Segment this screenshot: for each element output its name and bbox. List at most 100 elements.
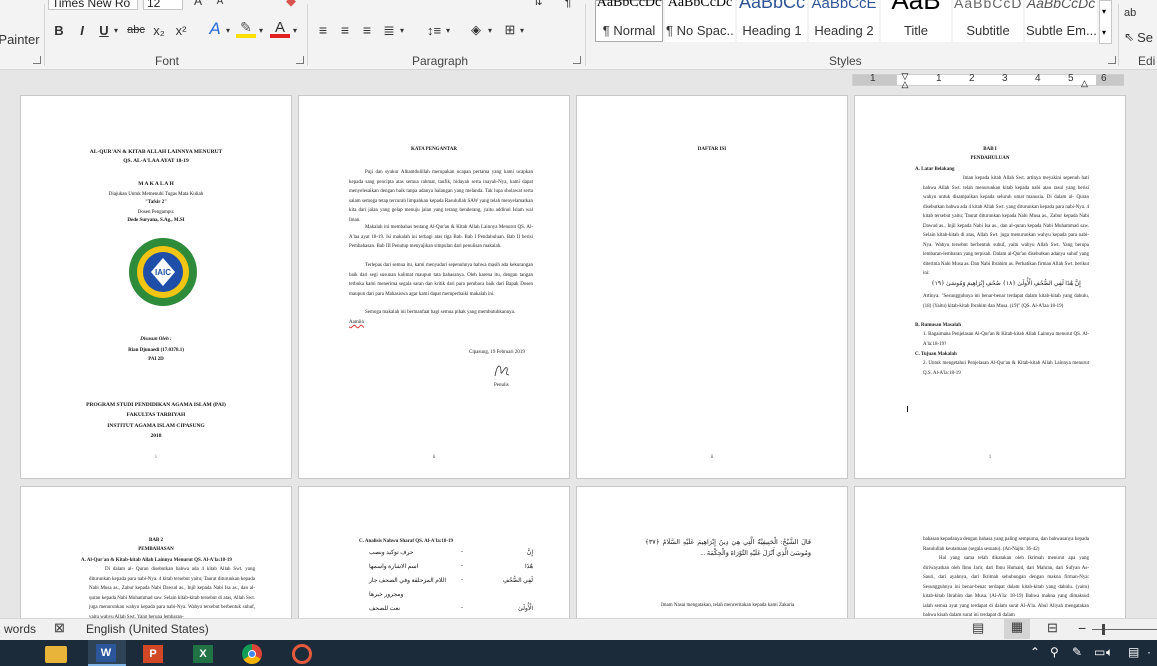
chrome-icon[interactable] — [242, 644, 262, 664]
bab1-heading2: PENDAHULUAN — [970, 156, 1010, 161]
style-heading-1[interactable]: AaBbCc Heading 1 — [737, 0, 807, 42]
overflow-icon[interactable]: · — [1147, 645, 1151, 659]
grow-font-button[interactable]: A — [190, 0, 206, 8]
font-size-combo[interactable]: 12 — [143, 0, 183, 10]
right-indent-marker-icon[interactable]: △ — [1081, 78, 1088, 89]
bab1-translation: Artinya: "Sesungguhnya ini benar-benar t… — [923, 294, 1089, 309]
bab1-arabic-verse: إِنَّ هَٰذَا لَفِي الصُّحُفِ الْأُولَىٰ … — [931, 281, 1081, 287]
preface-heading: KATA PENGANTAR — [411, 147, 457, 152]
web-layout-icon[interactable]: ⊟ — [1047, 620, 1058, 636]
font-color-icon[interactable]: A — [270, 19, 290, 38]
cover-advisor: Dede Suryana, S.Ag., M.SI — [127, 218, 185, 223]
underline-button[interactable]: U — [96, 22, 112, 38]
page-nahwu[interactable]: C. Analisis Nahwu Sharaf QS. Al-A'la:18-… — [298, 486, 570, 618]
powerpoint-icon[interactable]: P — [143, 645, 163, 663]
shading-dropdown-icon[interactable]: ▾ — [486, 22, 494, 38]
cover-author: Rian Djunaedi (17.0378.1) — [128, 348, 184, 353]
word-count[interactable]: words — [4, 622, 36, 636]
style-title[interactable]: AaB Title — [881, 0, 951, 42]
clipboard-launcher-icon[interactable] — [33, 56, 41, 64]
horizontal-ruler[interactable]: 1 1 2 3 4 5 6 ▽ △ △ — [852, 72, 1124, 89]
read-mode-icon[interactable]: ▤ — [972, 620, 984, 636]
bold-button[interactable]: B — [51, 22, 67, 38]
institution-logo: IAIC — [129, 238, 197, 306]
line-spacing-dropdown-icon[interactable]: ▾ — [444, 22, 452, 38]
replace-button[interactable]: ab — [1124, 4, 1157, 22]
show-marks-icon[interactable]: ¶ — [560, 0, 576, 9]
cover-title-line1: AL-QUR'AN & KITAB ALLAH LAINNYA MENURUT — [89, 149, 223, 155]
volume-icon[interactable]: 🔈︎ — [1106, 645, 1113, 660]
battery-icon[interactable]: ▭ — [1094, 645, 1105, 659]
zoom-slider[interactable] — [1092, 624, 1157, 635]
nahwu-right: الْأُولَىٰ — [518, 606, 533, 612]
justify-dropdown-icon[interactable]: ▾ — [398, 22, 406, 38]
style-subtitle[interactable]: AaBbCcD Subtitle — [953, 0, 1023, 42]
line-spacing-icon[interactable]: ↕≡ — [424, 22, 444, 38]
styles-launcher-icon[interactable] — [1108, 56, 1116, 64]
format-painter-button[interactable]: Painter — [0, 30, 40, 48]
justify-icon[interactable]: ≣ — [381, 22, 397, 38]
page-cover[interactable]: AL-QUR'AN & KITAB ALLAH LAINNYA MENURUT … — [20, 95, 292, 479]
superscript-button[interactable]: x² — [173, 22, 189, 38]
other-app-icon[interactable] — [292, 644, 312, 664]
text-effects-icon[interactable]: A — [205, 19, 225, 38]
scroll-down-icon[interactable]: ▾ — [1102, 28, 1106, 37]
font-color-dropdown-icon[interactable]: ▾ — [291, 22, 299, 38]
ruler-number: 1 — [870, 73, 876, 84]
borders-icon[interactable]: ⊞ — [502, 22, 518, 38]
subscript-button[interactable]: x₂ — [151, 22, 167, 38]
pen-icon[interactable]: ✎ — [1072, 645, 1082, 659]
styles-scroll[interactable]: ▾ ▾ — [1099, 0, 1112, 44]
ruler-number: 5 — [1068, 73, 1074, 84]
ruler-number: 4 — [1035, 73, 1041, 84]
clear-formatting-icon[interactable]: ◆ — [283, 0, 299, 8]
select-label: Se — [1137, 29, 1153, 45]
zoom-slider-thumb[interactable] — [1102, 624, 1105, 635]
cover-institute: INSTITUT AGAMA ISLAM CIPASUNG — [107, 423, 205, 429]
style-heading-2[interactable]: AaBbCcE Heading 2 — [809, 0, 879, 42]
underline-dropdown-icon[interactable]: ▾ — [112, 22, 120, 38]
highlight-dropdown-icon[interactable]: ▾ — [257, 22, 265, 38]
excel-icon[interactable]: X — [193, 645, 213, 663]
text-effects-dropdown-icon[interactable]: ▾ — [224, 22, 232, 38]
paragraph-launcher-icon[interactable] — [573, 56, 581, 64]
notifications-icon[interactable]: ▤ — [1128, 645, 1139, 659]
proofing-icon[interactable]: ⊠ — [54, 620, 65, 636]
network-icon[interactable]: ⚲ — [1050, 645, 1059, 659]
select-button[interactable]: ⇖ Se — [1124, 28, 1157, 46]
people-icon[interactable]: ⌃ — [1030, 645, 1040, 659]
page-bab2[interactable]: BAB 2 PEMBAHASAN A. Al-Qur'an & Kitab-ki… — [20, 486, 292, 618]
strikethrough-button[interactable]: abc — [124, 22, 148, 38]
font-launcher-icon[interactable] — [296, 56, 304, 64]
italic-button[interactable]: I — [74, 22, 90, 38]
zoom-out-icon[interactable]: − — [1078, 620, 1086, 636]
page-preface[interactable]: KATA PENGANTAR Puji dan syukur Alhamduli… — [298, 95, 570, 479]
page-bab1[interactable]: BAB I PENDAHULUAN A. Latar Belakang Iman… — [854, 95, 1126, 479]
file-explorer-icon[interactable] — [45, 646, 67, 663]
align-center-icon[interactable]: ≡ — [337, 22, 353, 38]
shading-icon[interactable]: ◈ — [466, 22, 486, 38]
preface-paragraph-4: Semoga makalah ini bermanfaat bagi semua… — [365, 310, 516, 315]
taskbar-active-app[interactable]: W — [88, 640, 126, 666]
borders-dropdown-icon[interactable]: ▾ — [518, 22, 526, 38]
highlight-icon[interactable]: ✎ — [236, 19, 256, 38]
font-name-combo[interactable]: Times New Ro — [48, 0, 138, 10]
style-normal[interactable]: AaBbCcDc ¶ Normal — [595, 0, 663, 42]
page-continuation[interactable]: bahasan kepadanya dengan bahasa yang pal… — [854, 486, 1126, 618]
print-layout-icon[interactable]: ▦ — [1004, 619, 1030, 639]
shrink-font-button[interactable]: A — [212, 0, 228, 8]
page-toc[interactable]: DAFTAR ISI ii — [576, 95, 848, 479]
align-left-icon[interactable]: ≡ — [315, 22, 331, 38]
document-canvas[interactable]: 1 1 2 3 4 5 6 ▽ △ △ AL-QUR'AN & KITAB ALL… — [0, 70, 1157, 618]
page-tafsir[interactable]: قَالَ الشَّيْخُ: الْحَنِيفِيَّةُ الَّتِي… — [576, 486, 848, 618]
style-no-spacing[interactable]: AaBbCcDc ¶ No Spac... — [665, 0, 735, 42]
style-subtle-emphasis[interactable]: AaBbCcDc Subtle Em... — [1025, 0, 1097, 42]
language-indicator[interactable]: English (United States) — [86, 622, 209, 636]
indent-marker-icon[interactable]: ▽ △ — [900, 72, 910, 92]
align-right-icon[interactable]: ≡ — [359, 22, 375, 38]
nahwu-dash: - — [461, 563, 463, 569]
sort-icon[interactable]: ⇅ — [530, 0, 546, 8]
nahwu-right: إِنَّ — [526, 550, 533, 556]
style-preview: AaBbCcD — [954, 0, 1022, 11]
scroll-up-icon[interactable]: ▾ — [1102, 7, 1106, 16]
